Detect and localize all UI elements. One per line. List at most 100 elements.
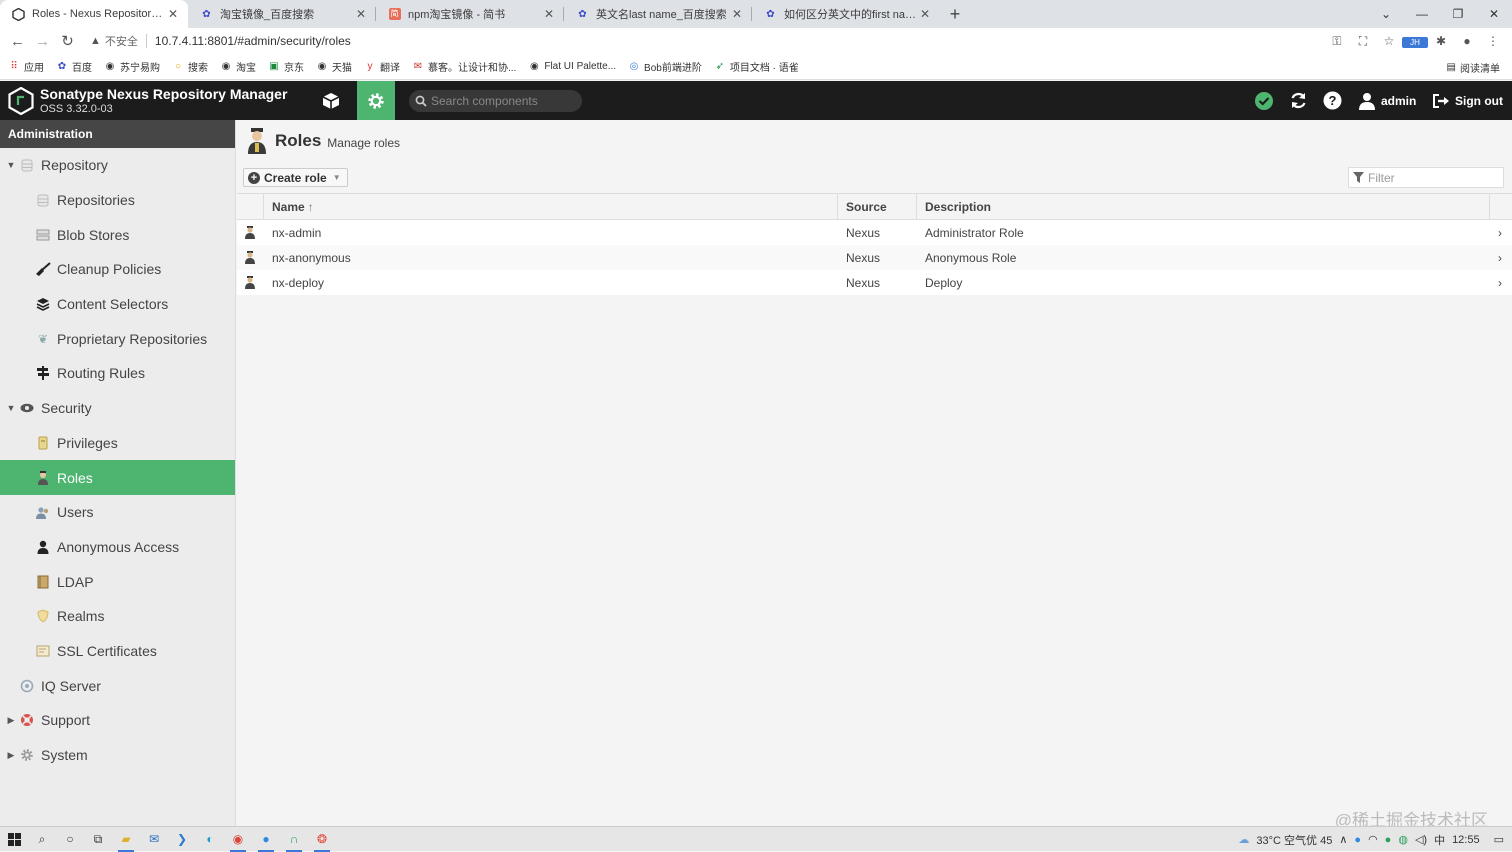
admin-mode-button[interactable] — [357, 81, 395, 120]
sidebar-item-realms[interactable]: Realms — [0, 599, 235, 634]
browser-tab-taobao-search[interactable]: ✿ 淘宝镜像_百度搜索 ✕ — [188, 0, 376, 28]
browser-tab-lastname[interactable]: ✿ 英文名last name_百度搜索 ✕ — [564, 0, 752, 28]
tab-close-icon[interactable]: ✕ — [918, 7, 932, 21]
wifi-icon[interactable]: ◠ — [1368, 833, 1378, 846]
sidebar-item-repository[interactable]: ▼ Repository — [0, 148, 235, 183]
column-header-source[interactable]: Source — [838, 194, 917, 219]
refresh-button[interactable] — [1289, 81, 1308, 120]
bookmark-search[interactable]: ○ 搜索 — [172, 59, 208, 75]
sidebar-item-cleanup-policies[interactable]: Cleanup Policies — [0, 252, 235, 287]
app-blue-icon[interactable]: ● — [252, 827, 280, 852]
bookmark-bob[interactable]: ◎ Bob前端进阶 — [628, 59, 702, 75]
create-role-button[interactable]: + Create role ▼ — [243, 168, 348, 187]
collapse-caret-icon[interactable]: ▶ — [4, 715, 18, 726]
tab-search-icon[interactable]: ⌄ — [1368, 7, 1404, 21]
new-tab-button[interactable]: + — [940, 0, 970, 28]
minimize-icon[interactable]: — — [1404, 7, 1440, 21]
help-button[interactable]: ? — [1323, 81, 1342, 120]
back-icon[interactable]: ← — [5, 33, 30, 50]
tray-wechat-icon[interactable]: ◍ — [1398, 833, 1408, 846]
sidebar-item-privileges[interactable]: Privileges — [0, 426, 235, 461]
sidebar-item-roles[interactable]: Roles — [0, 460, 235, 495]
url-field[interactable]: ▲ 不安全 10.7.4.11:8801/#admin/security/rol… — [90, 30, 1324, 52]
edge-icon[interactable]: ◐ — [196, 827, 224, 852]
signout-button[interactable]: Sign out — [1432, 81, 1503, 120]
bookmark-tmall[interactable]: ◉ 天猫 — [316, 59, 352, 75]
bookmark-baidu[interactable]: ✿ 百度 — [56, 59, 92, 75]
sidebar-item-blob-stores[interactable]: Blob Stores — [0, 217, 235, 252]
column-header-name[interactable]: Name ↑ — [264, 194, 838, 219]
browser-tab-roles[interactable]: Roles - Nexus Repository Manager ✕ — [0, 0, 188, 28]
user-menu[interactable]: admin — [1358, 81, 1416, 120]
file-explorer-icon[interactable]: ▰ — [112, 827, 140, 852]
tray-green-icon[interactable]: ● — [1385, 834, 1392, 846]
translate-icon[interactable]: ⛶ — [1350, 34, 1376, 49]
tray-app-icon[interactable]: ● — [1354, 834, 1361, 846]
extension-ji-icon[interactable]: JH — [1402, 34, 1428, 48]
ime-icon[interactable]: 中 — [1434, 832, 1445, 848]
menu-icon[interactable]: ⋮ — [1480, 34, 1506, 48]
nexus-logo-icon[interactable] — [8, 86, 34, 116]
browser-tab-firstname[interactable]: ✿ 如何区分英文中的first name和last name ✕ — [752, 0, 940, 28]
bookmark-flatui[interactable]: ◉ Flat UI Palette... — [528, 61, 616, 73]
sidebar-item-iq-server[interactable]: IQ Server — [0, 668, 235, 703]
browser-tab-jianshu[interactable]: 简 npm淘宝镜像 - 简书 ✕ — [376, 0, 564, 28]
component-search[interactable] — [409, 90, 582, 112]
weather-text[interactable]: 33°C 空气优 45 — [1256, 832, 1332, 848]
sidebar-item-users[interactable]: Users — [0, 495, 235, 530]
bookmark-yuque[interactable]: ➶ 项目文档 · 语雀 — [714, 59, 799, 75]
forward-icon[interactable]: → — [30, 33, 55, 50]
bookmark-translate[interactable]: y 翻译 — [364, 59, 401, 75]
tray-expand-icon[interactable]: ∧ — [1339, 833, 1347, 846]
bookmark-mockplus[interactable]: ✉ 慕客。让设计和协... — [412, 59, 517, 75]
mail-icon[interactable]: ✉ — [140, 827, 168, 852]
sidebar-item-security[interactable]: ▼ Security — [0, 391, 235, 426]
sidebar-item-ssl-certificates[interactable]: SSL Certificates — [0, 634, 235, 669]
restore-icon[interactable]: ❐ — [1440, 7, 1476, 21]
filter-input[interactable] — [1368, 170, 1498, 185]
status-ok-button[interactable] — [1254, 81, 1274, 120]
chevron-right-icon[interactable]: › — [1490, 220, 1512, 245]
bookmark-apps[interactable]: ⠿ 应用 — [8, 59, 44, 75]
close-window-icon[interactable]: ✕ — [1476, 7, 1512, 21]
column-header-description[interactable]: Description — [917, 194, 1490, 219]
browse-mode-button[interactable] — [312, 81, 350, 120]
chevron-right-icon[interactable]: › — [1490, 245, 1512, 270]
expand-caret-icon[interactable]: ▼ — [4, 403, 18, 413]
table-row[interactable]: nx-deploy Nexus Deploy › — [237, 270, 1512, 295]
bookmark-jd[interactable]: ▣ 京东 — [268, 59, 304, 75]
tab-close-icon[interactable]: ✕ — [542, 7, 556, 21]
table-row[interactable]: nx-anonymous Nexus Anonymous Role › — [237, 245, 1512, 270]
collapse-caret-icon[interactable]: ▶ — [4, 750, 18, 761]
sidebar-item-support[interactable]: ▶ Support — [0, 703, 235, 738]
task-view-icon[interactable]: ⧉ — [84, 827, 112, 852]
table-row[interactable]: nx-admin Nexus Administrator Role › — [237, 220, 1512, 245]
notification-icon[interactable]: ▭ — [1494, 833, 1504, 846]
app-green-icon[interactable]: ∩ — [280, 827, 308, 852]
volume-icon[interactable]: ◁) — [1415, 833, 1427, 846]
tab-close-icon[interactable]: ✕ — [166, 7, 180, 21]
profile-icon[interactable]: ● — [1454, 34, 1480, 48]
cortana-icon[interactable]: ○ — [56, 827, 84, 852]
chevron-right-icon[interactable]: › — [1490, 270, 1512, 295]
app-red-icon[interactable]: ❂ — [308, 827, 336, 852]
reading-list[interactable]: ▤ 阅读清单 — [1447, 60, 1500, 75]
sidebar-item-routing-rules[interactable]: Routing Rules — [0, 356, 235, 391]
puzzle-icon[interactable]: ✱ — [1428, 34, 1454, 48]
sidebar-item-anonymous-access[interactable]: Anonymous Access — [0, 530, 235, 565]
tab-close-icon[interactable]: ✕ — [730, 7, 744, 21]
sidebar-item-ldap[interactable]: LDAP — [0, 564, 235, 599]
key-icon[interactable]: ⚿ — [1324, 34, 1350, 49]
filter-box[interactable] — [1348, 167, 1504, 188]
vscode-icon[interactable]: ❯ — [168, 827, 196, 852]
bookmark-taobao[interactable]: ◉ 淘宝 — [220, 59, 256, 75]
bookmark-suning[interactable]: ◉ 苏宁易购 — [104, 59, 160, 75]
star-icon[interactable]: ☆ — [1376, 34, 1402, 48]
windows-start-icon[interactable] — [0, 827, 28, 852]
expand-caret-icon[interactable]: ▼ — [4, 160, 18, 170]
sidebar-item-repositories[interactable]: Repositories — [0, 183, 235, 218]
sidebar-item-content-selectors[interactable]: Content Selectors — [0, 287, 235, 322]
chrome-icon[interactable]: ◉ — [224, 827, 252, 852]
tab-close-icon[interactable]: ✕ — [354, 7, 368, 21]
search-input[interactable] — [431, 94, 581, 108]
